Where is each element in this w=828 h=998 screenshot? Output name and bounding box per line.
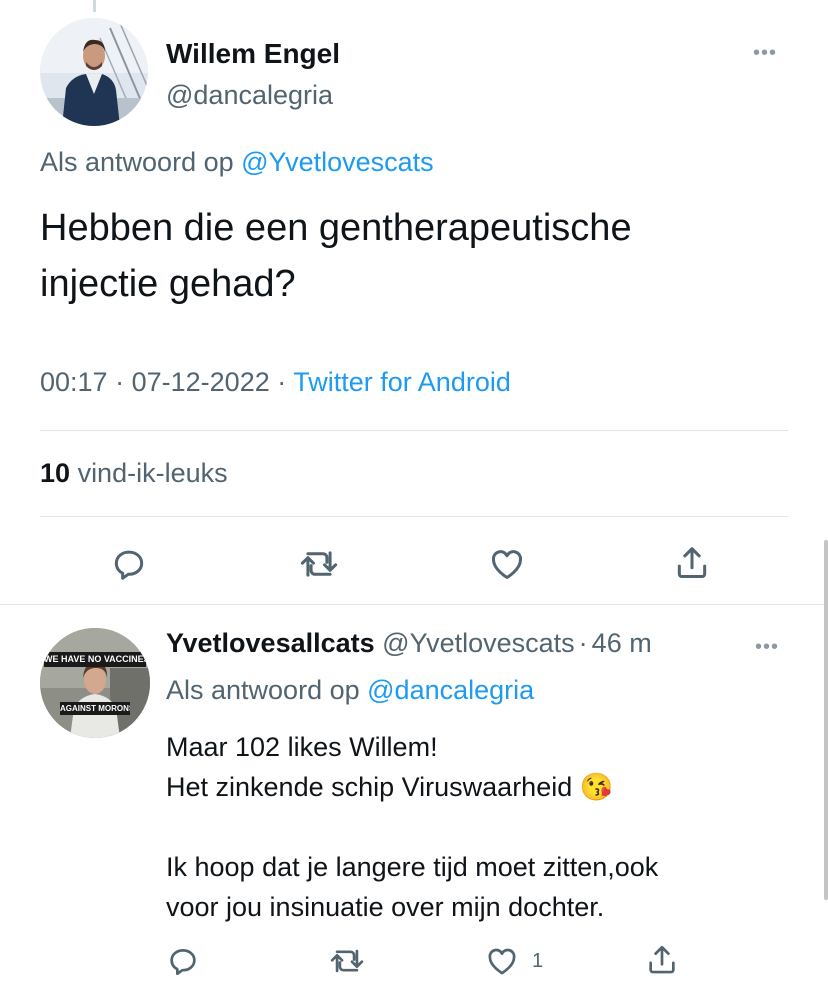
reply-time-ago[interactable]: 46 m — [592, 628, 652, 658]
tweet-date[interactable]: 07-12-2022 — [132, 367, 270, 397]
reply-button[interactable] — [110, 545, 148, 583]
share-button[interactable] — [673, 543, 711, 583]
author-avatar[interactable] — [40, 18, 148, 126]
scrollbar[interactable] — [824, 540, 828, 900]
reply-reply-button[interactable] — [166, 944, 200, 978]
retweet-icon — [300, 551, 338, 577]
reply-author-avatar[interactable]: WE HAVE NO VACCINES AGAINST MORONS — [40, 628, 150, 738]
avatar-banner-bottom: AGAINST MORONS — [60, 702, 130, 715]
reply-author-name[interactable]: Yvetlovesallcats — [166, 628, 375, 658]
separator-dot: · — [578, 628, 588, 658]
avatar-banner-top: WE HAVE NO VACCINES — [44, 652, 146, 667]
tweet-time[interactable]: 00:17 — [40, 367, 108, 397]
tweet-text: Hebben die een gentherapeutische injecti… — [40, 200, 632, 312]
share-icon — [677, 547, 707, 578]
reply-author-handle[interactable]: @Yvetlovescats — [382, 628, 575, 658]
reply-retweet-button[interactable] — [328, 944, 366, 978]
avatar-photo — [40, 18, 148, 126]
kissing-emoji: 😘 — [579, 772, 614, 802]
likes-summary[interactable]: 10 vind-ik-leuks — [40, 458, 228, 489]
divider — [40, 516, 788, 517]
heart-icon — [491, 550, 523, 579]
divider — [0, 604, 828, 605]
retweet-icon — [330, 949, 364, 973]
reply-like-count: 1 — [532, 949, 544, 972]
reply-text: Maar 102 likes Willem! Het zinkende schi… — [166, 727, 658, 927]
like-button[interactable] — [487, 545, 527, 583]
reply-more-icon[interactable]: ••• — [755, 637, 779, 657]
reply-text-line: Maar 102 likes Willem! — [166, 732, 438, 762]
author-name[interactable]: Willem Engel — [166, 38, 340, 70]
reply-to-link[interactable]: @dancalegria — [367, 675, 534, 705]
reply-icon — [170, 949, 196, 976]
heart-icon — [488, 948, 516, 975]
reply-to-link[interactable]: @Yvetlovescats — [241, 147, 434, 177]
divider — [40, 430, 788, 431]
reply-text-fragment: Het zinkende schip Viruswaarheid — [166, 772, 573, 802]
reply-text-line: Ik hoop dat je langere tijd moet zitten,… — [166, 852, 659, 882]
reply-prefix: Als antwoord op — [166, 675, 360, 705]
more-icon[interactable]: ••• — [753, 43, 777, 63]
reply-text-line: Het zinkende schip Viruswaarheid 😘 — [166, 767, 658, 807]
tweet-text-line: Hebben die een gentherapeutische — [40, 207, 632, 249]
reply-share-button[interactable] — [645, 942, 679, 978]
avatar-photo — [40, 628, 150, 738]
separator-dot: · — [277, 367, 287, 397]
reply-prefix: Als antwoord op — [40, 147, 234, 177]
retweet-button[interactable] — [298, 545, 340, 583]
reply-context: Als antwoord op @dancalegria — [166, 675, 534, 706]
tweet-meta: 00:17 · 07-12-2022 · Twitter for Android — [40, 367, 511, 398]
reply-text-gap — [166, 807, 658, 847]
separator-dot: · — [115, 367, 125, 397]
tweet-source[interactable]: Twitter for Android — [293, 367, 511, 397]
thread-line — [93, 0, 96, 12]
likes-count: 10 — [40, 458, 71, 488]
likes-label: vind-ik-leuks — [77, 458, 228, 488]
reply-icon — [114, 550, 144, 580]
reply-text-line: voor jou insinuatie over mijn dochter. — [166, 892, 605, 922]
tweet-text-line: injectie gehad? — [40, 263, 296, 305]
reply-header: Yvetlovesallcats @Yvetlovescats · 46 m — [166, 628, 652, 659]
share-icon — [649, 945, 675, 974]
reply-context: Als antwoord op @Yvetlovescats — [40, 147, 434, 178]
reply-like-button[interactable]: 1 — [484, 944, 543, 978]
author-handle[interactable]: @dancalegria — [166, 80, 333, 111]
